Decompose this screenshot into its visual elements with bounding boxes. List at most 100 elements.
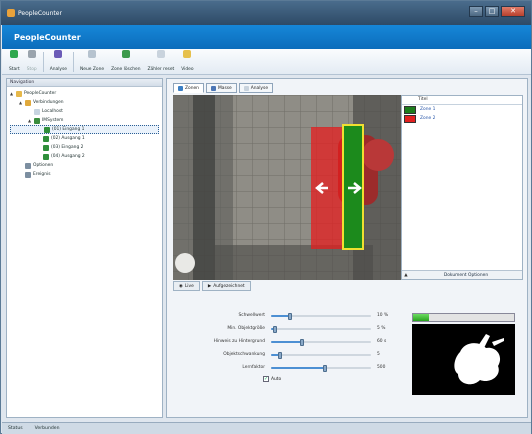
tree-item[interactable]: (03) Eingang 2 [10,143,159,152]
tab-zonen[interactable]: Zonen [173,83,204,93]
zone-label[interactable]: Zone 2 [420,116,435,121]
view-tabs: ◉ Live ▶ Aufgezeichnet [173,281,251,291]
video-label: Video [181,67,194,72]
tree-item[interactable]: ▲ Verbindungen [10,98,159,107]
tab-icon [178,85,183,91]
slider-value: 10 % [377,313,389,318]
tab-label: Masse [217,85,232,91]
tree-node-icon [43,153,49,160]
slider-label: Lernfaktor [242,365,265,370]
tree-item-label: Localhost [42,109,63,114]
slider-track[interactable] [271,338,371,346]
tree-node-icon [43,135,49,142]
zone-list-panel: Titel Zone 1 Zone 2 ▲ Dokument Optionen [401,95,523,280]
tree-item[interactable]: Optionen [10,161,159,170]
collapse-arrow-icon[interactable]: ▲ [402,273,410,278]
zähler-reset-button[interactable]: Zähler reset [145,50,178,72]
zone-löschen-button[interactable]: Zone löschen [108,50,143,72]
settings-sliders: Schwellwert 10 % Min. Objektgröße 5 % Hinwei… [187,309,397,384]
tree-node-icon [43,144,49,151]
tree-item[interactable]: ▲ IMSystem [10,116,159,125]
tree-item[interactable]: (01) Eingang 1 [10,125,159,134]
slider-groove [271,327,371,330]
slider-row: Lernfaktor 500 [187,361,397,374]
content-tabs: Zonen Masse Analyse [173,83,274,93]
view-tab-aufgezeichnet[interactable]: ▶ Aufgezeichnet [201,281,251,291]
toolbar-separator [42,52,44,72]
play-icon: ▶ [207,283,212,289]
tree-node-icon [25,99,31,106]
stop-button[interactable]: Stop [24,50,40,72]
tree-item-label: IMSystem [42,118,64,123]
slider-row: Schwellwert 10 % [187,309,397,322]
slider-thumb[interactable] [288,312,292,320]
zähler-reset-label: Zähler reset [147,67,175,72]
tree-item[interactable]: (02) Ausgang 1 [10,134,159,143]
analyse-button[interactable]: Analyse [47,50,70,72]
zone-löschen-label: Zone löschen [111,67,141,72]
zone-list-item[interactable]: Zone 2 [402,114,522,123]
zone-list-header: Titel [402,96,522,105]
zone-2-overlay[interactable] [311,127,345,249]
connection-status: Verbunden [34,426,60,431]
new-zone-icon [88,50,97,58]
tree-node-icon [16,90,22,97]
zone-list: Zone 1 Zone 2 [402,105,522,123]
maximize-button[interactable]: □ [485,6,499,17]
toolbar: Start Stop Analyse Neue Zone Zone löschen Zäh… [2,49,531,75]
video-button[interactable]: Video [178,50,196,72]
tree-item[interactable]: ▲ PeopleCounter [10,89,159,98]
document-options-button[interactable]: Dokument Optionen [410,273,522,278]
analyse-label: Analyse [49,67,68,72]
minimize-button[interactable]: – [469,6,483,17]
slider-thumb[interactable] [323,364,327,372]
start-label: Start [9,67,20,72]
slider-thumb[interactable] [278,351,282,359]
zone-color-swatch [404,105,416,114]
view-tab-live[interactable]: ◉ Live [173,281,200,291]
zone-1-overlay[interactable] [342,124,364,250]
tree-item[interactable]: (04) Ausgang 2 [10,152,159,161]
app-window: PeopleCounter – □ ✕ PeopleCounter Start S… [0,0,532,434]
checkbox-box[interactable]: ✓ [263,376,269,382]
content-panel: Zonen Masse Analyse Titel Zone 1 Zone 2 … [166,78,528,418]
activity-progress-bar [412,313,515,322]
neue-zone-button[interactable]: Neue Zone [77,50,107,72]
slider-track[interactable] [271,325,371,333]
tab-label: Zonen [185,85,199,91]
zone-label[interactable]: Zone 1 [420,107,435,112]
status-label: Status [8,426,23,431]
tab-masse[interactable]: Masse [205,83,237,93]
zone-color-swatch [404,114,416,123]
auto-checkbox[interactable]: ✓ Auto [263,374,397,384]
toolbar-separator [73,52,75,72]
slider-row: Objektschwankung 5 [187,348,397,361]
slider-fill [271,340,302,343]
tree-item-label: (01) Eingang 1 [52,127,85,132]
slider-track[interactable] [271,351,371,359]
zone-list-item[interactable]: Zone 1 [402,105,522,114]
view-tab-label: Aufgezeichnet [213,283,245,289]
zone-list-footer[interactable]: ▲ Dokument Optionen [402,270,522,279]
tree-item[interactable]: Ereignis [10,170,159,179]
tree-node-icon [34,108,40,115]
analyse-icon [54,50,63,58]
mask-silhouette [454,334,504,385]
slider-fill [271,366,325,369]
camera-view[interactable] [173,95,401,280]
start-button[interactable]: Start [6,50,23,72]
foreground-mask-view [412,324,515,395]
slider-thumb[interactable] [273,325,277,333]
slider-track[interactable] [271,312,371,320]
tree-item[interactable]: Localhost [10,107,159,116]
slider-label: Schwellwert [238,313,265,318]
slider-value: 60 s [377,339,387,344]
slider-thumb[interactable] [300,338,304,346]
tree-node-icon [34,117,40,124]
close-button[interactable]: ✕ [501,6,525,17]
title-bar: PeopleCounter – □ ✕ [1,1,531,25]
slider-track[interactable] [271,364,371,372]
tree-item-label: (03) Eingang 2 [51,145,84,150]
tab-analyse[interactable]: Analyse [238,83,274,93]
slider-value: 500 [377,365,386,370]
